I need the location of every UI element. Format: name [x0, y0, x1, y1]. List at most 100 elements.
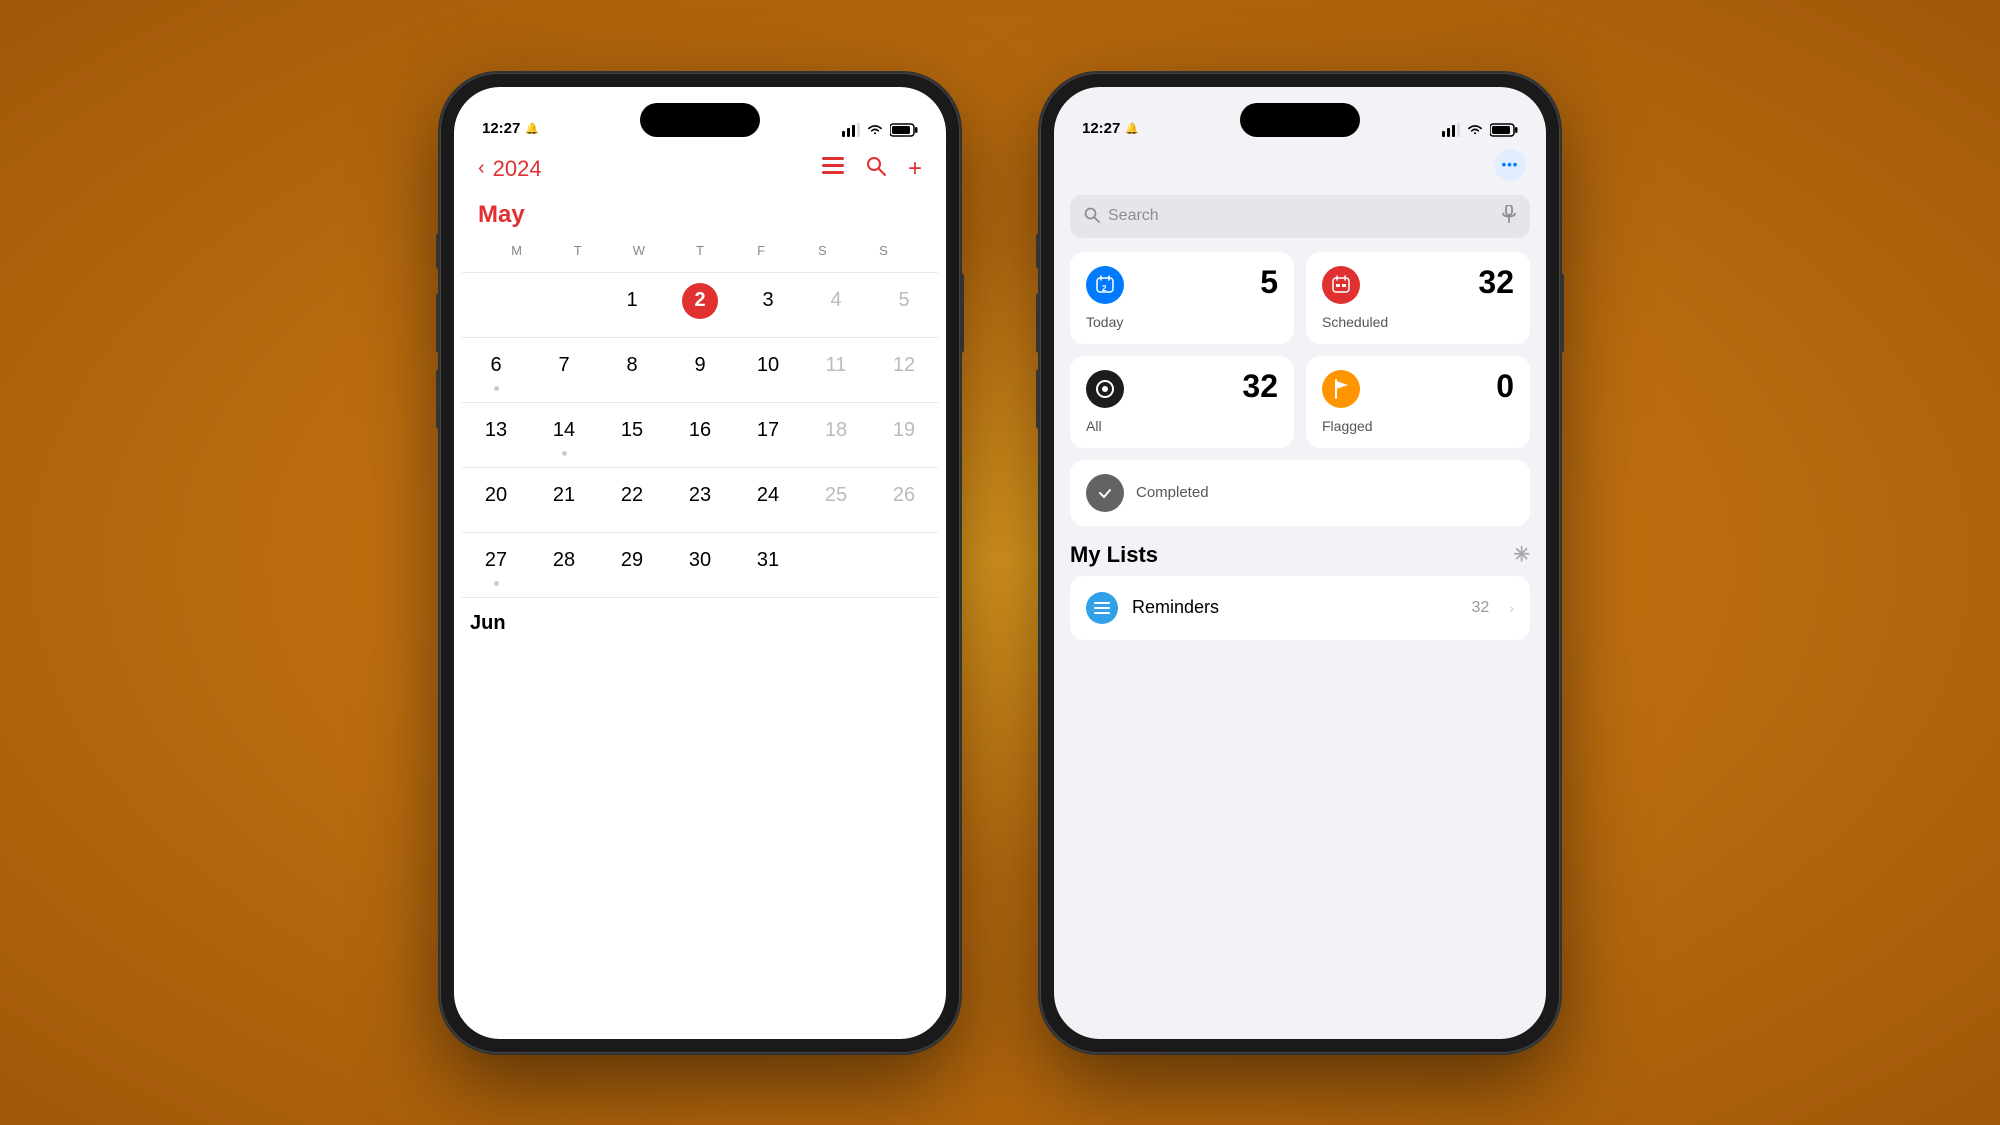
list-icon	[1086, 592, 1118, 624]
cal-cell[interactable]: 10	[734, 344, 802, 396]
card-top: 32	[1322, 266, 1514, 304]
volume-down-button[interactable]	[436, 369, 440, 429]
time-display: 12:27	[482, 120, 520, 137]
scheduled-label: Scheduled	[1322, 314, 1514, 330]
flagged-label: Flagged	[1322, 418, 1514, 434]
cal-cell[interactable]: 2	[666, 279, 734, 331]
calendar-screen: 12:27 🔔	[454, 87, 946, 1039]
cal-cell[interactable]: 17	[734, 409, 802, 461]
flagged-card[interactable]: 0 Flagged	[1306, 356, 1530, 448]
reminders-screen: 12:27 🔔	[1054, 87, 1546, 1039]
today-card[interactable]: 2 5 Today	[1070, 252, 1294, 344]
volume-up-button[interactable]	[436, 293, 440, 353]
cal-date: 10	[750, 348, 786, 384]
mute-button[interactable]	[436, 233, 440, 269]
cal-cell[interactable]: 13	[462, 409, 530, 461]
scheduled-card[interactable]: 32 Scheduled	[1306, 252, 1530, 344]
cal-cell[interactable]: 9	[666, 344, 734, 396]
cal-cell[interactable]: 30	[666, 539, 734, 591]
calendar-actions: +	[822, 155, 922, 183]
year-nav[interactable]: ‹ 2024	[478, 156, 542, 182]
power-button[interactable]	[960, 273, 964, 353]
more-options-button[interactable]: •••	[1494, 149, 1526, 181]
cal-cell[interactable]: 4	[802, 279, 870, 331]
cal-cell[interactable]: 20	[462, 474, 530, 526]
cal-cell[interactable]: 15	[598, 409, 666, 461]
add-event-icon[interactable]: +	[908, 155, 922, 183]
cal-date: 25	[818, 478, 854, 514]
completed-label: Completed	[1136, 484, 1209, 501]
cal-cell[interactable]: 27	[462, 539, 530, 591]
volume-up-button[interactable]	[1036, 293, 1040, 353]
cal-cell[interactable]: 6	[462, 344, 530, 396]
cal-date: 13	[478, 413, 514, 449]
cal-date: 9	[682, 348, 718, 384]
event-dot	[562, 451, 567, 456]
calendar-week-3: 13 14 15 16 17 18 19	[462, 402, 938, 467]
cal-date: 21	[546, 478, 582, 514]
card-top: 32	[1086, 370, 1278, 408]
list-count: 32	[1472, 599, 1490, 617]
cal-date: 17	[750, 413, 786, 449]
cal-cell[interactable]: 1	[598, 279, 666, 331]
calendar-week-4: 20 21 22 23 24 25 26	[462, 467, 938, 532]
battery-icon	[1490, 123, 1518, 137]
cal-cell[interactable]	[530, 279, 598, 331]
cal-date-today: 2	[682, 283, 718, 319]
completed-card[interactable]: Completed	[1070, 460, 1530, 526]
back-chevron-icon[interactable]: ‹	[478, 157, 485, 180]
cal-cell[interactable]: 16	[666, 409, 734, 461]
status-time: 12:27 🔔	[1082, 120, 1139, 137]
cal-cell[interactable]: 22	[598, 474, 666, 526]
cal-cell[interactable]: 28	[530, 539, 598, 591]
cal-cell[interactable]: 26	[870, 474, 938, 526]
day-header-sat: S	[792, 239, 853, 262]
cal-cell[interactable]: 8	[598, 344, 666, 396]
calendar-week-2: 6 7 8 9 10 11 12	[462, 337, 938, 402]
cal-date: 14	[546, 413, 582, 449]
status-time: 12:27 🔔	[482, 120, 539, 137]
power-button[interactable]	[1560, 273, 1564, 353]
cal-cell[interactable]: 31	[734, 539, 802, 591]
today-count: 5	[1260, 266, 1278, 298]
cal-cell[interactable]: 24	[734, 474, 802, 526]
cal-cell[interactable]	[870, 539, 938, 591]
cal-cell[interactable]: 5	[870, 279, 938, 331]
search-icon[interactable]	[866, 156, 886, 182]
cal-cell[interactable]: 19	[870, 409, 938, 461]
list-view-icon[interactable]	[822, 157, 844, 181]
cal-date: 26	[886, 478, 922, 514]
cal-cell[interactable]: 18	[802, 409, 870, 461]
cal-cell[interactable]: 23	[666, 474, 734, 526]
cal-cell[interactable]: 11	[802, 344, 870, 396]
cal-cell[interactable]: 12	[870, 344, 938, 396]
all-icon	[1086, 370, 1124, 408]
cal-date: 8	[614, 348, 650, 384]
calendar-grid: 1 2 3 4 5 6 7 8 9 10 11 12 13 14 15 16	[454, 272, 946, 635]
microphone-icon[interactable]	[1502, 205, 1516, 228]
calendar-week-5: 27 28 29 30 31	[462, 532, 938, 597]
cal-cell[interactable]	[802, 539, 870, 591]
cal-cell[interactable]: 3	[734, 279, 802, 331]
my-lists-label: My Lists	[1070, 542, 1158, 568]
cal-date: 4	[818, 283, 854, 319]
reminders-list-item[interactable]: Reminders 32 ›	[1070, 576, 1530, 640]
today-label: Today	[1086, 314, 1278, 330]
mute-button[interactable]	[1036, 233, 1040, 269]
cal-date: 20	[478, 478, 514, 514]
cal-cell[interactable]	[462, 279, 530, 331]
all-card[interactable]: 32 All	[1070, 356, 1294, 448]
cal-cell[interactable]: 7	[530, 344, 598, 396]
chevron-right-icon: ›	[1509, 600, 1514, 616]
left-phone: 12:27 🔔	[440, 73, 960, 1053]
cal-cell[interactable]: 14	[530, 409, 598, 461]
volume-down-button[interactable]	[1036, 369, 1040, 429]
cal-date: 5	[886, 283, 922, 319]
event-dot	[494, 386, 499, 391]
signal-icon	[1442, 123, 1460, 137]
search-bar[interactable]: Search	[1070, 195, 1530, 238]
svg-text:2: 2	[1102, 284, 1107, 293]
cal-cell[interactable]: 29	[598, 539, 666, 591]
cal-cell[interactable]: 25	[802, 474, 870, 526]
cal-cell[interactable]: 21	[530, 474, 598, 526]
